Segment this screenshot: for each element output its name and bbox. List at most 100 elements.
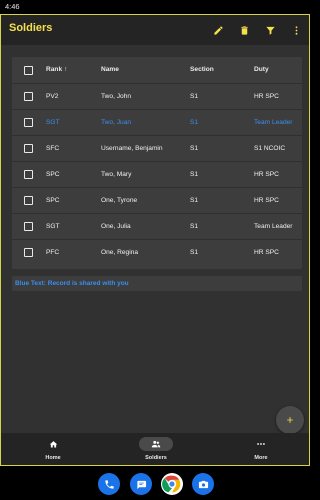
nav-more[interactable]: More	[221, 433, 301, 465]
nav-more-label: More	[254, 455, 268, 461]
cell-name: Two, Mary	[101, 170, 132, 178]
row-checkbox[interactable]	[24, 162, 38, 187]
status-bar: 4:46	[0, 0, 312, 14]
shared-legend-text: Blue Text: Record is shared with you	[15, 280, 129, 287]
cell-duty: HR SPC	[254, 248, 279, 256]
row-checkbox[interactable]	[24, 188, 38, 213]
column-header-section[interactable]: Section	[190, 57, 245, 83]
nav-more-indicator	[244, 437, 278, 451]
phone-app-button[interactable]	[98, 473, 120, 495]
messages-icon	[136, 480, 146, 489]
phone-icon	[104, 479, 114, 489]
cell-rank: SGT	[46, 118, 60, 126]
row-checkbox[interactable]	[24, 214, 38, 239]
cell-duty: HR SPC	[254, 92, 279, 100]
checkbox-box	[24, 196, 33, 205]
cell-section: S1	[190, 248, 199, 256]
overflow-menu-button[interactable]	[283, 15, 309, 45]
checkbox-box	[24, 222, 33, 231]
top-app-bar: Soldiers	[1, 15, 309, 45]
cell-name: Two, John	[101, 92, 132, 100]
cell-rank: SPC	[46, 196, 60, 204]
cell-section: S1	[190, 92, 199, 100]
table-row[interactable]: SFC Username, Benjamin S1 S1 NCOIC	[12, 136, 302, 162]
system-dock	[0, 466, 312, 500]
cell-section: S1	[190, 222, 199, 230]
messages-app-button[interactable]	[130, 473, 152, 495]
people-icon	[151, 440, 161, 448]
cell-duty: S1 NCOIC	[254, 144, 286, 152]
cell-rank: PV2	[46, 92, 59, 100]
cell-section: S1	[190, 170, 199, 178]
checkbox-box	[24, 65, 33, 75]
table-row[interactable]: PFC One, Regina S1 HR SPC	[12, 240, 302, 265]
nav-soldiers-label: Soldiers	[145, 455, 167, 461]
select-all-checkbox[interactable]	[24, 57, 38, 83]
table-row[interactable]: SPC Two, Mary S1 HR SPC	[12, 162, 302, 188]
column-header-name[interactable]: Name	[101, 57, 186, 83]
status-time: 4:46	[5, 2, 20, 11]
table-header-row: Rank ↑ Name Section Duty	[12, 57, 302, 84]
table-row[interactable]: SGT Two, Juan S1 Team Leader	[12, 110, 302, 136]
add-icon	[287, 417, 293, 423]
column-header-rank[interactable]: Rank ↑	[46, 57, 96, 83]
row-checkbox[interactable]	[24, 110, 38, 135]
shared-legend-note: Blue Text: Record is shared with you	[12, 276, 302, 291]
more-vert-icon	[295, 25, 297, 35]
table-row[interactable]: SPC One, Tyrone S1 HR SPC	[12, 188, 302, 214]
row-checkbox[interactable]	[24, 84, 38, 109]
delete-button[interactable]	[231, 15, 257, 45]
column-header-duty[interactable]: Duty	[254, 57, 300, 83]
cell-duty: Team Leader	[254, 222, 293, 230]
camera-icon	[198, 480, 208, 488]
table-row[interactable]: PV2 Two, John S1 HR SPC	[12, 84, 302, 110]
cell-section: S1	[190, 118, 199, 126]
page-title: Soldiers	[9, 22, 53, 34]
nav-home-indicator	[36, 437, 70, 451]
nav-home-label: Home	[45, 455, 61, 461]
row-checkbox[interactable]	[24, 136, 38, 161]
column-header-rank-label: Rank	[46, 66, 63, 73]
filter-icon	[265, 26, 275, 35]
cell-name: Username, Benjamin	[101, 144, 163, 152]
checkbox-box	[24, 248, 33, 257]
chrome-app-button[interactable]	[161, 473, 183, 495]
app-screen: Soldiers Rank ↑ Name Section Duty PV2 Tw…	[0, 14, 310, 466]
sort-ascending-icon: ↑	[64, 66, 68, 73]
row-checkbox[interactable]	[24, 240, 38, 265]
edit-button[interactable]	[205, 15, 231, 45]
nav-soldiers[interactable]: Soldiers	[116, 433, 196, 465]
cell-rank: SFC	[46, 144, 60, 152]
cell-rank: PFC	[46, 248, 60, 256]
camera-app-button[interactable]	[192, 473, 214, 495]
checkbox-box	[24, 118, 33, 127]
cell-rank: SPC	[46, 170, 60, 178]
cell-rank: SGT	[46, 222, 60, 230]
checkbox-box	[24, 144, 33, 153]
cell-duty: HR SPC	[254, 196, 279, 204]
nav-home[interactable]: Home	[13, 433, 93, 465]
cell-section: S1	[190, 196, 199, 204]
chrome-icon	[162, 475, 181, 493]
nav-soldiers-indicator	[139, 437, 173, 451]
more-horiz-icon	[257, 443, 265, 445]
cell-duty: Team Leader	[254, 118, 293, 126]
table-row[interactable]: SGT One, Julia S1 Team Leader	[12, 214, 302, 240]
cell-section: S1	[190, 144, 199, 152]
soldiers-table: Rank ↑ Name Section Duty PV2 Two, John S1 HR…	[12, 57, 302, 265]
home-icon	[49, 440, 57, 447]
cell-name: One, Regina	[101, 248, 139, 256]
app-bar-actions	[205, 15, 309, 45]
cell-name: One, Tyrone	[101, 196, 138, 204]
edit-icon	[213, 25, 223, 35]
cell-name: Two, Juan	[101, 118, 132, 126]
cell-duty: HR SPC	[254, 170, 279, 178]
checkbox-box	[24, 170, 33, 179]
add-soldier-button[interactable]	[276, 406, 304, 434]
checkbox-box	[24, 92, 33, 101]
filter-button[interactable]	[257, 15, 283, 45]
soldiers-table-card: Rank ↑ Name Section Duty PV2 Two, John S1 HR…	[12, 57, 302, 269]
cell-name: One, Julia	[101, 222, 131, 230]
delete-icon	[240, 25, 248, 35]
bottom-navigation: Home Soldiers More	[1, 433, 309, 465]
